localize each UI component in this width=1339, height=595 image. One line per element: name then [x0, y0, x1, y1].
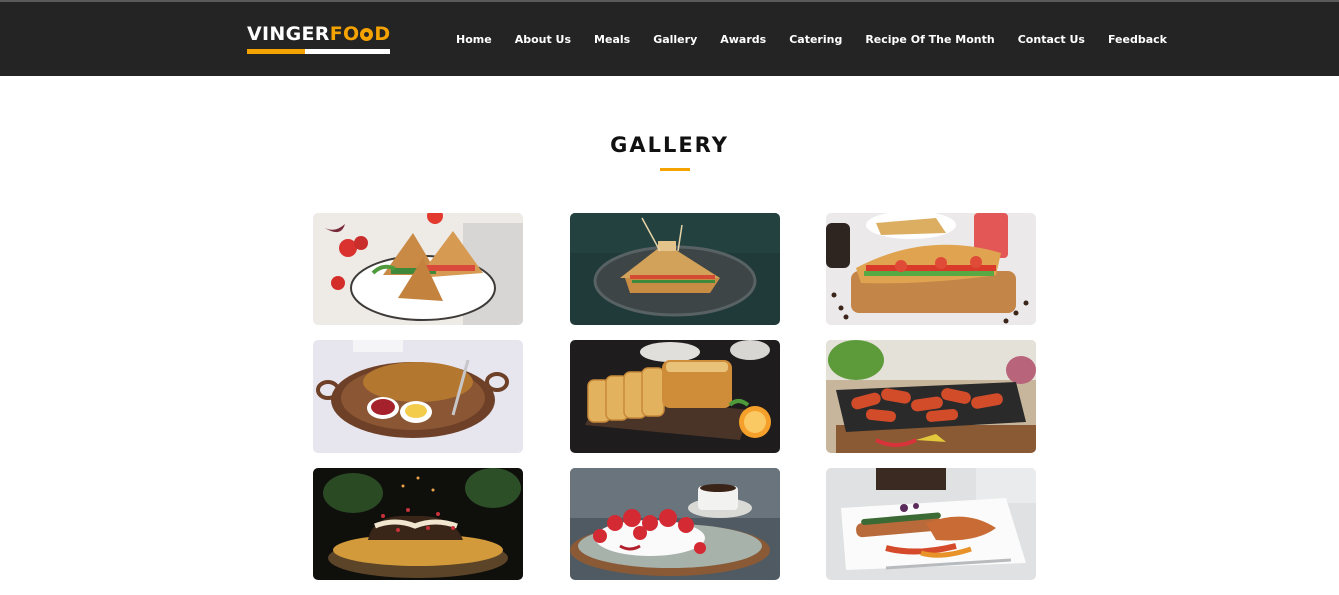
- nav-meals[interactable]: Meals: [594, 32, 630, 48]
- gallery-image-chocolate-dessert[interactable]: [313, 468, 523, 580]
- site-header: VINGER FO D Home About Us Meals Gallery …: [0, 0, 1339, 76]
- logo-word-2-start: FO: [329, 23, 360, 45]
- nav-about-us[interactable]: About Us: [515, 32, 571, 48]
- logo-text: VINGER FO D: [247, 22, 390, 46]
- nav-feedback[interactable]: Feedback: [1108, 32, 1167, 48]
- logo-dot-icon: [360, 27, 374, 41]
- main-navigation: Home About Us Meals Gallery Awards Cater…: [456, 32, 1190, 48]
- gallery-image-paratha-platter[interactable]: [313, 340, 523, 453]
- site-logo[interactable]: VINGER FO D: [247, 22, 390, 55]
- gallery-image-toasted-sandwich-dark[interactable]: [570, 213, 780, 325]
- gallery-image-sliced-cake-loaf[interactable]: [570, 340, 780, 453]
- gallery-image-baguette-sandwich[interactable]: [826, 213, 1036, 325]
- logo-word-2-end: D: [374, 23, 391, 45]
- logo-underline: [247, 49, 390, 54]
- gallery-image-club-sandwich[interactable]: [313, 213, 523, 325]
- nav-recipe-of-the-month[interactable]: Recipe Of The Month: [865, 32, 994, 48]
- gallery-image-grilled-sausages[interactable]: [826, 340, 1036, 453]
- nav-gallery[interactable]: Gallery: [653, 32, 697, 48]
- nav-home[interactable]: Home: [456, 32, 492, 48]
- gallery-image-plated-fish-dish[interactable]: [826, 468, 1036, 580]
- gallery-title-underline: [660, 168, 690, 171]
- logo-word-1: VINGER: [247, 23, 330, 45]
- nav-contact-us[interactable]: Contact Us: [1018, 32, 1085, 48]
- logo-word-2: FO D: [330, 22, 391, 46]
- nav-catering[interactable]: Catering: [789, 32, 842, 48]
- gallery-image-strawberry-pavlova[interactable]: [570, 468, 780, 580]
- nav-awards[interactable]: Awards: [720, 32, 766, 48]
- gallery-title: GALLERY: [610, 133, 729, 157]
